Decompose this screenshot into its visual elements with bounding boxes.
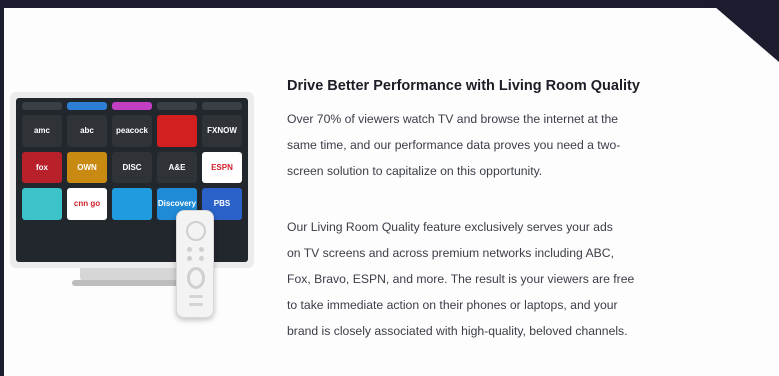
remote-button — [187, 247, 192, 252]
channel-tile: peacock — [112, 115, 152, 147]
paragraph-line: screen solution to capitalize on this op… — [287, 164, 543, 178]
channel-tile — [112, 188, 152, 220]
channel-tile: FXNOW — [202, 115, 242, 147]
remote-dpad — [186, 221, 206, 241]
remote-bar — [189, 295, 203, 298]
corner-triangle-decoration — [707, 0, 779, 62]
intro-paragraph: Over 70% of viewers watch TV and browse … — [287, 106, 687, 184]
feature-paragraph: Our Living Room Quality feature exclusiv… — [287, 214, 687, 344]
paragraph-line: brand is closely associated with high-qu… — [287, 324, 628, 338]
channel-tile: ESPN — [202, 151, 242, 183]
remote-ring — [187, 267, 205, 289]
channel-tile: DISC — [112, 151, 152, 183]
channel-tile — [112, 102, 152, 110]
channel-tile — [22, 102, 62, 110]
channel-tile: A&E — [157, 151, 197, 183]
channel-tile: abc — [67, 115, 107, 147]
remote-button — [199, 256, 204, 261]
paragraph-line: Over 70% of viewers watch TV and browse … — [287, 112, 619, 126]
channel-tile — [202, 102, 242, 110]
channel-tile — [157, 102, 197, 110]
paragraph-line: Our Living Room Quality feature exclusiv… — [287, 220, 613, 234]
paragraph-line: on TV screens and across premium network… — [287, 246, 614, 260]
paragraph-line: to take immediate action on their phones… — [287, 298, 618, 312]
remote-button — [187, 256, 192, 261]
paragraph-line: Fox, Bravo, ESPN, and more. The result i… — [287, 272, 635, 286]
channel-tile: amc — [22, 115, 62, 147]
remote-control-icon — [176, 210, 214, 318]
channel-tile — [67, 102, 107, 110]
tv-illustration: amc abc peacock FXNOW fox OWN DISC A&E ESPN cnn g… — [10, 92, 254, 268]
remote-button — [199, 247, 204, 252]
remote-bar — [189, 303, 203, 306]
left-edge-bar — [0, 8, 4, 376]
channel-tile: OWN — [67, 151, 107, 183]
channel-tile: fox — [22, 151, 62, 183]
channel-tile: cnn go — [67, 188, 107, 220]
paragraph-line: same time, and our performance data prov… — [287, 138, 621, 152]
channel-tile — [157, 115, 197, 147]
page-title: Drive Better Performance with Living Roo… — [287, 78, 640, 94]
channel-tile — [22, 188, 62, 220]
